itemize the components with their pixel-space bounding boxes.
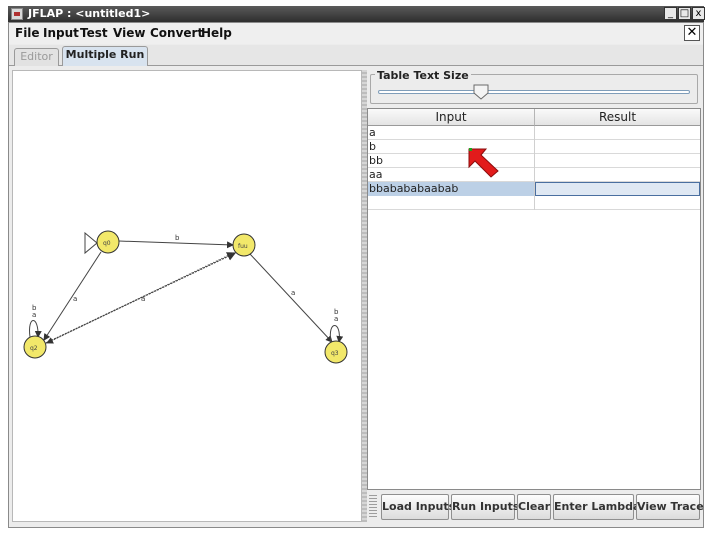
maximize-button[interactable]: □ — [678, 7, 691, 20]
clear-button[interactable]: Clear — [517, 494, 551, 520]
table-row[interactable]: b — [368, 140, 700, 154]
input-cell[interactable]: b — [368, 140, 535, 154]
slider-thumb[interactable] — [473, 84, 489, 100]
transition-label-q2-q1: a — [141, 295, 145, 303]
table-row[interactable] — [368, 196, 700, 210]
menu-bar: File Input Test View Convert Help ✕ — [9, 23, 703, 44]
initial-state-arrow — [84, 231, 98, 255]
table-row-selected[interactable]: bbabababaabab — [368, 182, 700, 196]
self-loop-q2 — [29, 320, 42, 338]
result-cell-editing[interactable] — [535, 182, 700, 196]
state-label-q1: fuu — [238, 243, 248, 250]
column-header-result[interactable]: Result — [535, 109, 700, 126]
input-cell[interactable]: bbabababaabab — [368, 182, 535, 196]
input-cell[interactable]: bb — [368, 154, 535, 168]
input-cell[interactable] — [368, 196, 535, 210]
column-header-input[interactable]: Input — [368, 109, 535, 126]
close-tab-button[interactable]: ✕ — [684, 25, 700, 41]
self-loop-q3 — [329, 325, 344, 343]
table-text-size-label: Table Text Size — [375, 69, 471, 82]
run-inputs-button[interactable]: Run Inputs — [451, 494, 519, 520]
transition-label-q0-q2: a — [73, 295, 77, 303]
result-cell[interactable] — [535, 196, 700, 210]
red-arrow-cursor-icon — [468, 148, 499, 178]
state-label-q2: q2 — [30, 345, 38, 352]
menu-convert[interactable]: Convert — [150, 26, 203, 41]
input-cell[interactable]: aa — [368, 168, 535, 182]
table-row[interactable]: aa — [368, 168, 700, 182]
state-q1[interactable]: fuu — [232, 233, 256, 257]
table-row[interactable]: bb — [368, 154, 700, 168]
view-trace-button[interactable]: View Trace — [636, 494, 704, 520]
menu-input[interactable]: Input — [43, 26, 79, 41]
result-cell[interactable] — [535, 154, 700, 168]
menu-help[interactable]: Help — [201, 26, 232, 41]
result-cell[interactable] — [535, 126, 700, 140]
tab-editor[interactable]: Editor — [14, 48, 59, 66]
state-label-q0: q0 — [103, 240, 111, 247]
self-loop-label-q2-bottom: a — [32, 311, 36, 319]
automaton-canvas[interactable]: b a a a b a b a q0 fuu q2 q3 — [12, 70, 362, 522]
toolbar-grip[interactable] — [369, 495, 377, 519]
inputs-table: Input Result a b bb aa bbabababaabab — [367, 108, 701, 490]
automaton-graph: b a a a b a b a q0 fuu q2 q3 — [23, 230, 348, 364]
app-icon — [11, 8, 23, 20]
tab-multiple-run[interactable]: Multiple Run — [62, 46, 148, 66]
input-cell[interactable]: a — [368, 126, 535, 140]
window-title-bar: JFLAP : <untitled1> _ □ x — [8, 6, 705, 22]
window-title: JFLAP : <untitled1> — [28, 7, 151, 20]
menu-file[interactable]: File — [15, 26, 40, 41]
transition-q1-q3 — [249, 253, 333, 343]
table-text-size-slider[interactable] — [378, 90, 690, 94]
transition-label-q1-q3: a — [291, 289, 295, 297]
self-loop-label-q3-bottom: a — [334, 315, 338, 323]
state-q0[interactable]: q0 — [96, 230, 120, 254]
result-cell[interactable] — [535, 168, 700, 182]
menu-view[interactable]: View — [113, 26, 145, 41]
minimize-button[interactable]: _ — [664, 7, 677, 20]
state-label-q3: q3 — [331, 350, 339, 357]
state-q3[interactable]: q3 — [324, 340, 348, 364]
table-row[interactable]: a — [368, 126, 700, 140]
result-cell[interactable] — [535, 140, 700, 154]
state-q2[interactable]: q2 — [23, 335, 47, 359]
tab-strip: Editor Multiple Run — [9, 45, 703, 66]
transition-label-q0-q1: b — [175, 234, 180, 242]
enter-lambda-button[interactable]: Enter Lambda — [553, 494, 640, 520]
load-inputs-button[interactable]: Load Inputs — [381, 494, 455, 520]
window-close-button[interactable]: x — [692, 7, 705, 20]
menu-test[interactable]: Test — [80, 26, 108, 41]
